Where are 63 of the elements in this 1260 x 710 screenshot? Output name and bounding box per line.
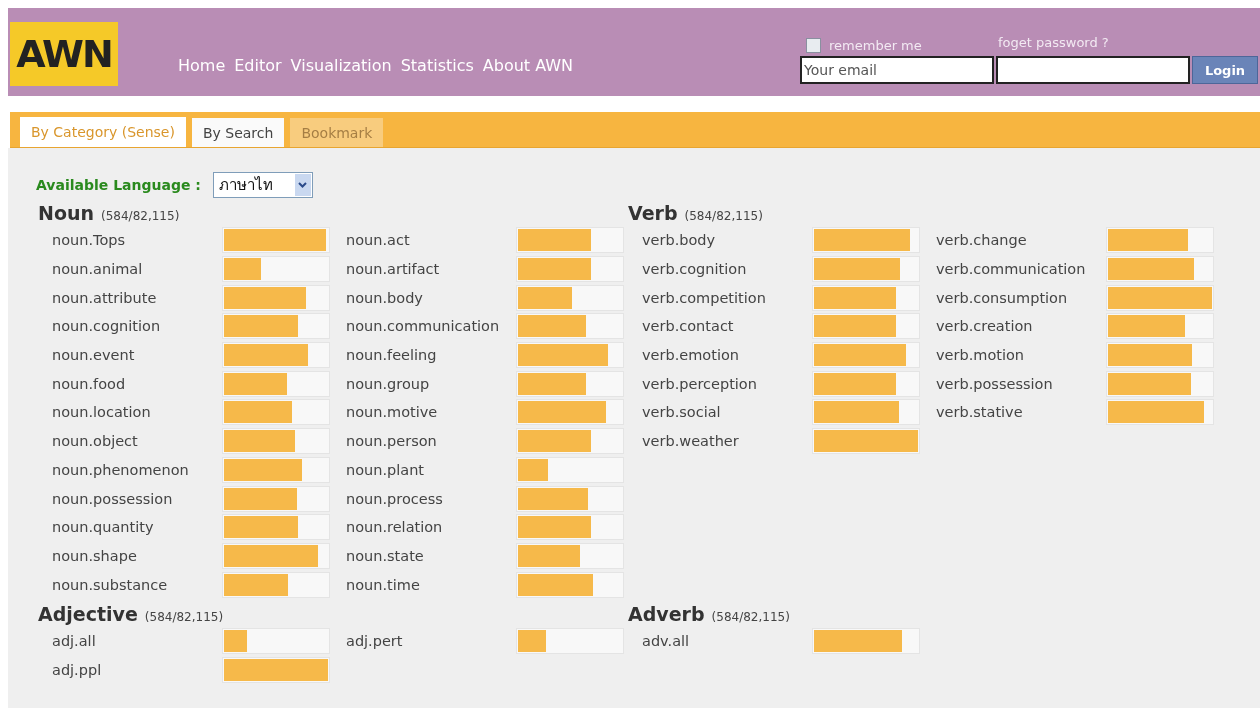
category-link[interactable]: noun.phenomenon: [52, 461, 222, 478]
category-link[interactable]: adj.all: [52, 633, 222, 650]
category-link[interactable]: noun.attribute: [52, 289, 222, 306]
category-link[interactable]: noun.animal: [52, 261, 222, 278]
section-title: Verb: [628, 202, 678, 224]
language-select[interactable]: ภาษาไท: [212, 172, 313, 198]
language-label: Available Language :: [36, 177, 201, 193]
section-count: (584/82,115): [684, 209, 763, 223]
category-link[interactable]: noun.time: [346, 576, 516, 593]
section-title: Noun: [38, 202, 94, 224]
dropdown-icon: [294, 174, 311, 196]
login-button[interactable]: Login: [1192, 56, 1258, 84]
category-link[interactable]: verb.change: [936, 232, 1106, 249]
category-link[interactable]: verb.contact: [642, 318, 812, 335]
remember-label: remember me: [829, 38, 922, 53]
section-title: Adverb: [628, 602, 705, 625]
section-title: Adjective: [38, 602, 138, 625]
category-link[interactable]: verb.motion: [936, 347, 1106, 364]
category-link[interactable]: verb.competition: [642, 289, 812, 306]
category-link[interactable]: noun.communication: [346, 318, 516, 335]
category-link[interactable]: verb.weather: [642, 433, 812, 450]
category-link[interactable]: adj.pert: [346, 633, 516, 650]
category-link[interactable]: verb.possession: [936, 375, 1106, 392]
category-link[interactable]: noun.location: [52, 404, 222, 421]
category-link[interactable]: noun.state: [346, 547, 516, 564]
category-link[interactable]: noun.Tops: [52, 232, 222, 249]
category-link[interactable]: verb.social: [642, 404, 812, 421]
category-link[interactable]: noun.artifact: [346, 261, 516, 278]
category-link[interactable]: noun.quantity: [52, 519, 222, 536]
tab[interactable]: By Search: [191, 118, 285, 147]
category-link[interactable]: verb.creation: [936, 318, 1106, 335]
category-link[interactable]: verb.communication: [936, 261, 1106, 278]
category-link[interactable]: noun.substance: [52, 576, 222, 593]
category-link[interactable]: noun.food: [52, 375, 222, 392]
category-link[interactable]: noun.relation: [346, 519, 516, 536]
password-field[interactable]: [996, 56, 1190, 84]
category-link[interactable]: verb.consumption: [936, 289, 1106, 306]
category-link[interactable]: verb.stative: [936, 404, 1106, 421]
category-link[interactable]: noun.shape: [52, 547, 222, 564]
category-link[interactable]: noun.motive: [346, 404, 516, 421]
category-link[interactable]: verb.body: [642, 232, 812, 249]
section-count: (584/82,115): [711, 609, 790, 624]
category-link[interactable]: verb.cognition: [642, 261, 812, 278]
site-logo[interactable]: AWN: [10, 22, 118, 86]
category-link[interactable]: noun.body: [346, 289, 516, 306]
category-link[interactable]: noun.group: [346, 375, 516, 392]
category-link[interactable]: noun.act: [346, 232, 516, 249]
section-count: (584/82,115): [144, 609, 224, 624]
category-link[interactable]: noun.object: [52, 433, 222, 450]
category-link[interactable]: adv.all: [642, 633, 812, 650]
category-link[interactable]: noun.plant: [346, 461, 516, 478]
section-count: (584/82,115): [101, 209, 180, 223]
category-link[interactable]: noun.event: [52, 347, 222, 364]
category-link[interactable]: noun.feeling: [346, 347, 516, 364]
remember-checkbox[interactable]: [806, 38, 821, 53]
category-link[interactable]: adj.ppl: [52, 661, 222, 678]
category-link[interactable]: noun.cognition: [52, 318, 222, 335]
category-link[interactable]: noun.process: [346, 490, 516, 507]
category-link[interactable]: noun.person: [346, 433, 516, 450]
category-link[interactable]: verb.perception: [642, 375, 812, 392]
email-field[interactable]: Your email: [800, 56, 994, 84]
category-link[interactable]: noun.possession: [52, 490, 222, 507]
category-link[interactable]: verb.emotion: [642, 347, 812, 364]
